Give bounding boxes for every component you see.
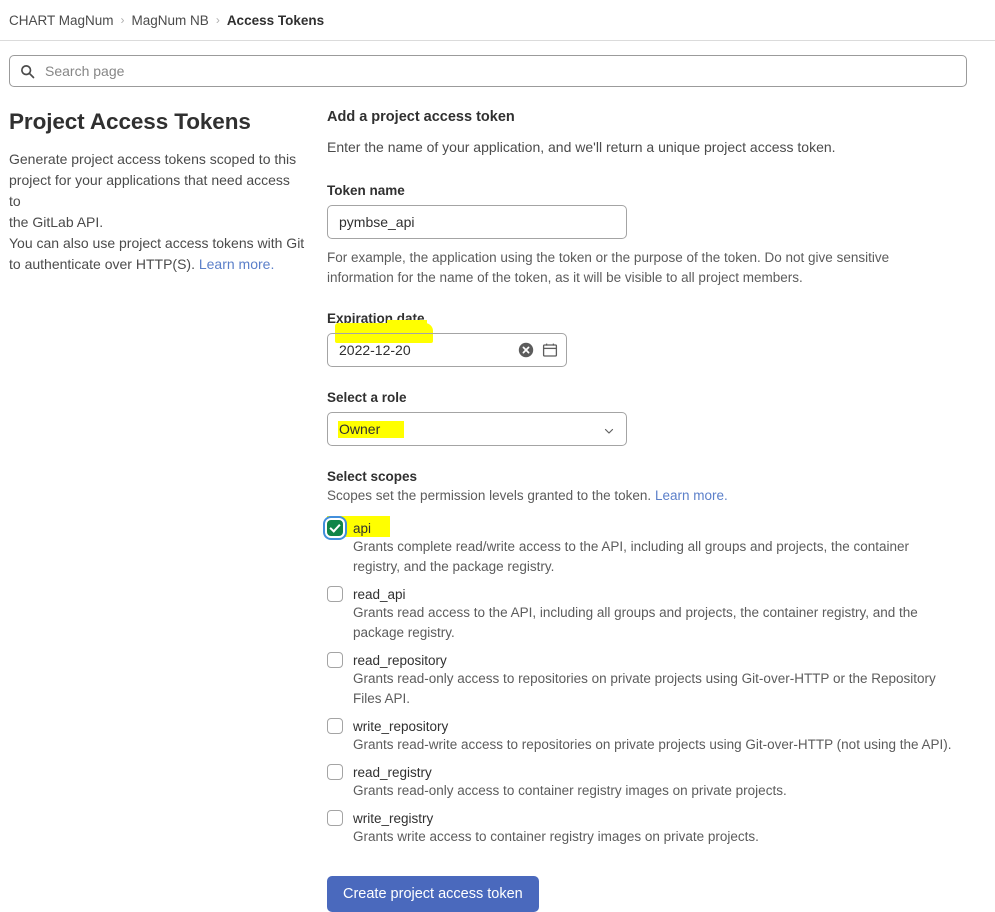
scope-name-read-api: read_api (353, 586, 406, 602)
scopes-subtitle-text: Scopes set the permission levels granted… (327, 488, 652, 503)
calendar-icon[interactable] (542, 342, 558, 358)
breadcrumb: CHART MagNum › MagNum NB › Access Tokens (0, 0, 995, 41)
scope-checkbox-write-repository[interactable] (327, 718, 343, 734)
left-column: Project Access Tokens Generate project a… (0, 109, 327, 912)
breadcrumb-item-project[interactable]: MagNum NB (132, 13, 209, 28)
scope-header: read_api (327, 586, 969, 602)
create-project-access-token-button[interactable]: Create project access token (327, 876, 539, 912)
token-name-field-group: Token name For example, the application … (327, 183, 969, 288)
page-description-line-4: You can also use project access tokens w… (9, 235, 305, 251)
scope-checkbox-api[interactable] (327, 520, 343, 536)
scopes-learn-more-link[interactable]: Learn more. (655, 488, 728, 503)
scopes-subtitle: Scopes set the permission levels granted… (327, 488, 969, 503)
token-name-help: For example, the application using the t… (327, 250, 890, 285)
scope-name-write-registry: write_registry (353, 810, 434, 826)
scope-header: write_registry (327, 810, 969, 826)
scope-item-read-repository: read_repository Grants read-only access … (327, 652, 969, 709)
scope-name-write-repository: write_repository (353, 718, 449, 734)
scope-header: read_registry (327, 764, 969, 780)
form-heading: Add a project access token (327, 109, 515, 125)
scope-description-api: Grants complete read/write access to the… (353, 539, 910, 574)
chevron-down-icon (603, 424, 615, 440)
clear-circle-icon[interactable] (518, 342, 534, 358)
scope-checkbox-read-repository[interactable] (327, 652, 343, 668)
scope-item-read-registry: read_registry Grants read-only access to… (327, 764, 969, 801)
token-name-label: Token name (327, 183, 405, 198)
page-description: Generate project access tokens scoped to… (9, 149, 305, 275)
breadcrumb-separator: › (215, 13, 220, 27)
role-selected-value: Owner (339, 421, 381, 437)
breadcrumb-item-current: Access Tokens (226, 12, 325, 28)
expiration-date-wrapper (327, 320, 567, 367)
role-field-group: Select a role Owner (327, 390, 969, 446)
scope-name-api: api (353, 520, 372, 536)
page-description-line-5: to authenticate over HTTP(S). (9, 256, 195, 272)
search-box[interactable] (9, 55, 967, 87)
search-input[interactable] (43, 62, 956, 80)
right-column: Add a project access token Enter the nam… (327, 109, 995, 912)
scope-header: write_repository (327, 718, 969, 734)
learn-more-link[interactable]: Learn more. (199, 256, 274, 272)
scope-description-read-api: Grants read access to the API, including… (353, 605, 918, 640)
expiration-date-icons (518, 333, 558, 367)
scope-checkbox-read-api[interactable] (327, 586, 343, 602)
expiration-date-field-group: Expiration date (327, 311, 969, 367)
form-subheading: Enter the name of your application, and … (327, 139, 836, 155)
search-bar-container (0, 41, 995, 87)
role-label: Select a role (327, 390, 407, 405)
main-content: Project Access Tokens Generate project a… (0, 87, 995, 912)
role-select-wrapper: Owner (327, 412, 627, 446)
breadcrumb-item-group[interactable]: CHART MagNum (9, 13, 114, 28)
scope-description-read-registry: Grants read-only access to container reg… (353, 783, 787, 798)
scope-checkbox-read-registry[interactable] (327, 764, 343, 780)
page-description-line-1: Generate project access tokens scoped to… (9, 151, 297, 167)
role-select[interactable]: Owner (327, 412, 627, 446)
scope-name-read-repository: read_repository (353, 652, 447, 668)
scopes-section: Select scopes Scopes set the permission … (327, 469, 969, 912)
scope-header: api (327, 516, 969, 537)
scope-name-read-registry: read_registry (353, 764, 432, 780)
breadcrumb-separator: › (120, 13, 125, 27)
scope-description-write-registry: Grants write access to container registr… (353, 829, 759, 844)
scope-item-write-repository: write_repository Grants read-write acces… (327, 718, 969, 755)
scope-list: api Grants complete read/write access to… (327, 516, 969, 847)
scope-item-read-api: read_api Grants read access to the API, … (327, 586, 969, 643)
page-description-line-3: the GitLab API. (9, 214, 104, 230)
scope-description-read-repository: Grants read-only access to repositories … (353, 671, 936, 706)
scope-checkbox-write-registry[interactable] (327, 810, 343, 826)
scopes-title: Select scopes (327, 469, 418, 484)
scope-item-api: api Grants complete read/write access to… (327, 516, 969, 577)
page-description-line-2: project for your applications that need … (9, 172, 290, 209)
scope-item-write-registry: write_registry Grants write access to co… (327, 810, 969, 847)
token-name-input[interactable] (327, 205, 627, 239)
page-title: Project Access Tokens (9, 109, 251, 134)
scope-header: read_repository (327, 652, 969, 668)
search-icon (20, 64, 35, 79)
scope-description-write-repository: Grants read-write access to repositories… (353, 737, 952, 752)
